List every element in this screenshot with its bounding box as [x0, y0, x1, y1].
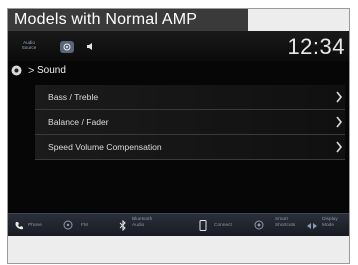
bluetooth-audio-shortcut-button[interactable]: Bluetooth Audio: [103, 214, 191, 236]
figure-caption: Models with Normal AMP: [8, 9, 248, 31]
display-mode-arrows-icon: [307, 223, 317, 229]
chevron-right-icon: [336, 116, 343, 128]
infotainment-screen: Audio Source 12:34 > Sound Bass / Treble: [8, 31, 349, 236]
clock: 12:34: [287, 34, 345, 59]
bottom-shortcut-bar: Phone FM Bluetooth Audio Connect Smart S…: [8, 213, 349, 236]
smart-label-line1: Smart: [275, 217, 288, 222]
fm-label: FM: [81, 223, 88, 228]
smart-shortcuts-button[interactable]: Smart Shortcuts: [249, 214, 301, 236]
display-mode-label: Display Mode: [322, 217, 338, 229]
menu-item-bass-treble[interactable]: Bass / Treble: [35, 85, 345, 110]
radio-icon: [63, 220, 73, 230]
display-label-line1: Display: [322, 217, 338, 222]
menu-item-label: Speed Volume Compensation: [48, 142, 162, 152]
phone-shortcut-button[interactable]: Phone: [8, 214, 54, 236]
smart-shortcuts-icon: [254, 220, 264, 230]
sound-menu-list: Bass / Treble Balance / Fader Speed Volu…: [35, 85, 345, 160]
connect-shortcut-button[interactable]: Connect: [192, 214, 248, 236]
display-mode-button[interactable]: Display Mode: [302, 214, 349, 236]
breadcrumb-current: Sound: [37, 65, 66, 76]
audio-source-button[interactable]: Audio Source: [17, 40, 41, 56]
bluetooth-icon: [119, 220, 126, 231]
smartphone-icon: [199, 220, 207, 231]
chevron-right-icon: [336, 91, 343, 103]
settings-gear-icon[interactable]: [11, 65, 22, 76]
menu-item-label: Balance / Fader: [48, 117, 109, 127]
home-icon: [63, 43, 71, 51]
connect-label: Connect: [214, 223, 232, 228]
home-button[interactable]: [60, 41, 74, 53]
menu-item-label: Bass / Treble: [48, 92, 99, 102]
speaker-icon: [87, 43, 92, 50]
menu-item-speed-volume-compensation[interactable]: Speed Volume Compensation: [35, 135, 345, 160]
display-label-line2: Mode: [322, 223, 334, 228]
breadcrumb-separator-icon: >: [28, 65, 35, 77]
chevron-right-icon: [336, 141, 343, 153]
menu-item-balance-fader[interactable]: Balance / Fader: [35, 110, 345, 135]
smart-label-line2: Shortcuts: [275, 223, 296, 228]
audio-source-label-line2: Source: [21, 45, 37, 50]
phone-icon: [15, 222, 23, 230]
bluetooth-label: Bluetooth Audio: [132, 217, 152, 229]
bluetooth-label-line2: Audio: [132, 223, 145, 228]
fm-shortcut-button[interactable]: FM: [57, 214, 101, 236]
breadcrumb: > Sound: [8, 63, 349, 79]
smart-shortcuts-label: Smart Shortcuts: [275, 217, 295, 229]
status-bar: Audio Source 12:34: [8, 31, 349, 61]
bluetooth-label-line1: Bluetooth: [132, 217, 153, 222]
phone-label: Phone: [28, 223, 42, 228]
